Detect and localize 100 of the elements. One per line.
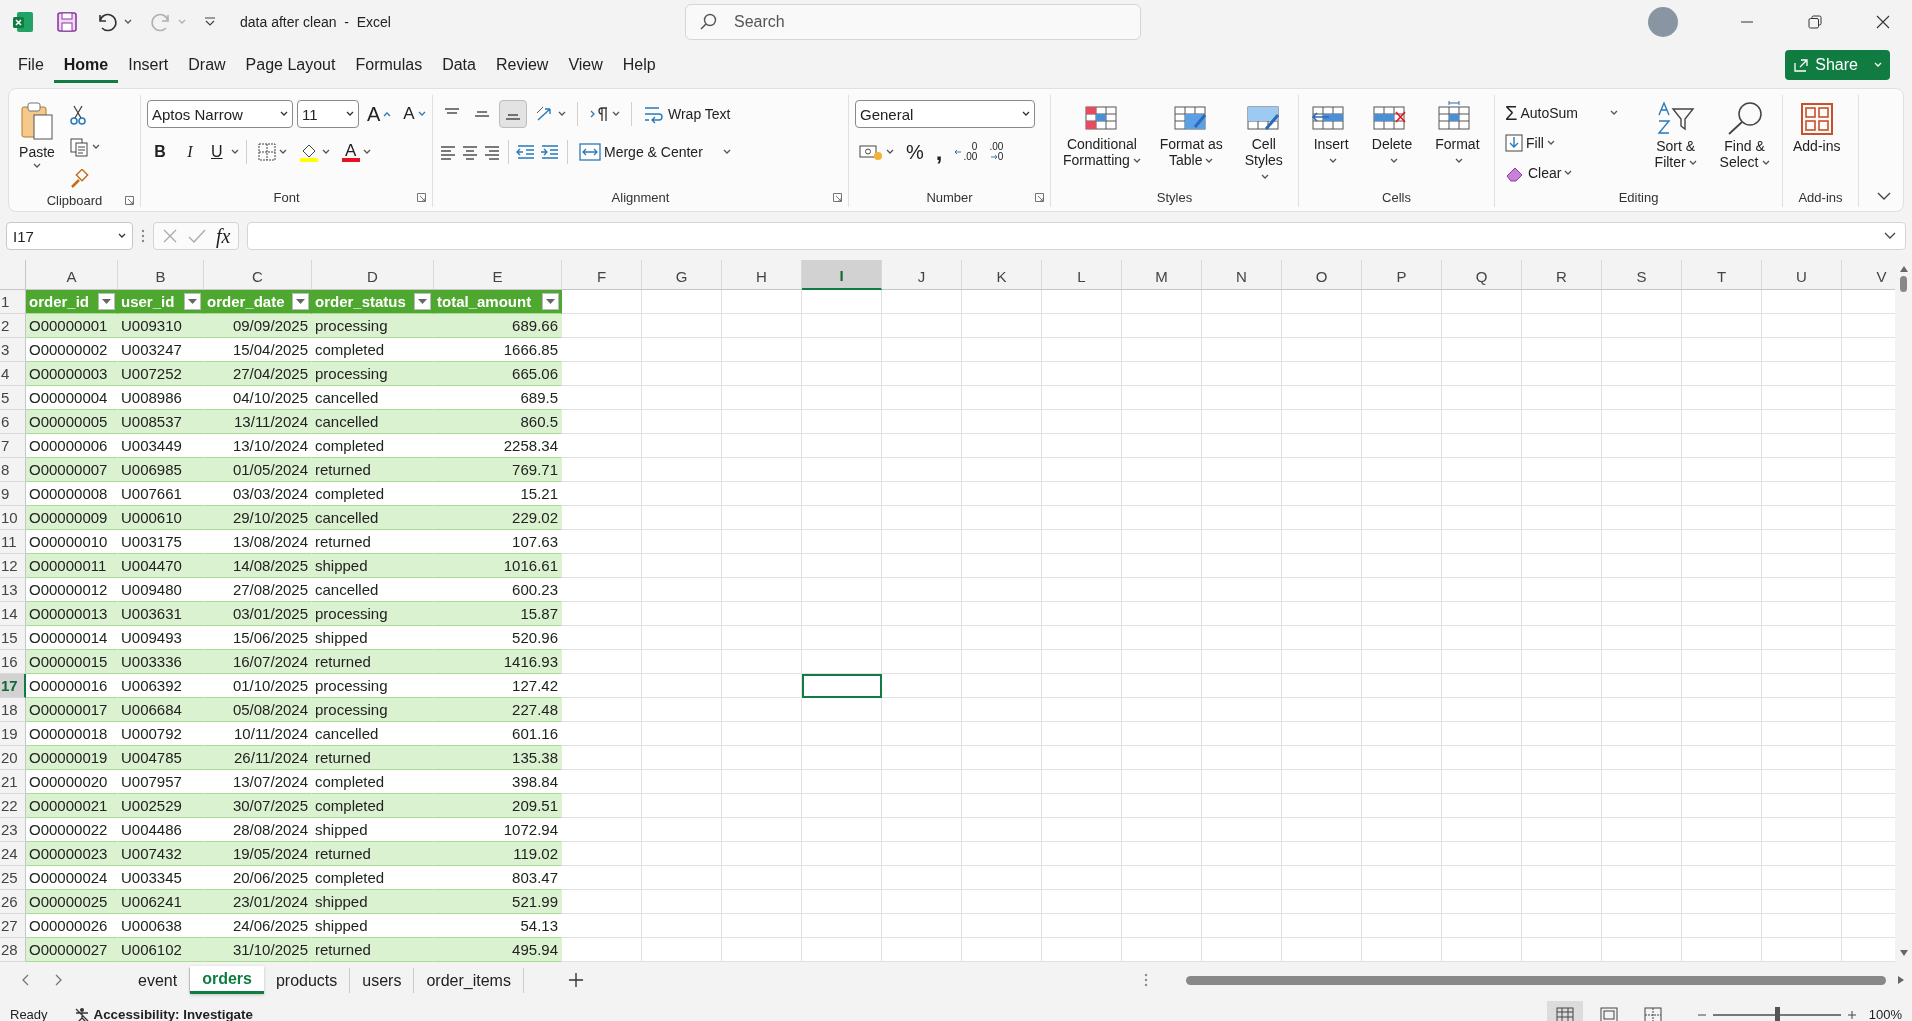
decrease-decimal-button[interactable]: .00 0 <box>985 138 1008 166</box>
increase-decimal-button[interactable]: 0 .00 <box>950 138 982 166</box>
decrease-indent-icon[interactable] <box>516 144 536 160</box>
ribbon-tab[interactable]: Page Layout <box>235 47 346 83</box>
row-number[interactable]: 23 <box>0 818 26 842</box>
sheet-tab[interactable]: products <box>263 967 351 993</box>
row-number[interactable]: 12 <box>0 554 26 578</box>
row-number[interactable]: 15 <box>0 626 26 650</box>
row-number[interactable]: 25 <box>0 866 26 890</box>
next-sheet-icon[interactable] <box>54 974 64 986</box>
format-as-table-button[interactable]: Format as Table <box>1152 99 1230 170</box>
delete-cells-button[interactable]: Delete <box>1363 99 1421 170</box>
column-letter[interactable]: D <box>312 260 434 290</box>
ribbon-tab[interactable]: Insert <box>118 47 179 83</box>
active-cell[interactable] <box>802 674 882 698</box>
align-right-icon[interactable] <box>483 144 501 160</box>
checkmark-icon[interactable] <box>188 228 206 244</box>
comma-style-button[interactable]: , <box>931 138 947 166</box>
row-number[interactable]: 6 <box>0 410 26 434</box>
wrap-text-button[interactable]: Wrap Text <box>639 100 735 128</box>
underline-button[interactable]: U <box>207 138 227 166</box>
conditional-formatting-button[interactable]: Conditional Formatting <box>1057 99 1147 170</box>
previous-sheet-icon[interactable] <box>20 974 30 986</box>
sheet-tab[interactable]: users <box>350 967 415 993</box>
paste-button[interactable]: Paste <box>15 99 59 171</box>
column-letter[interactable]: Q <box>1442 260 1522 290</box>
right-arrow-icon[interactable] <box>1898 976 1904 984</box>
column-letter[interactable]: R <box>1522 260 1602 290</box>
formula-input[interactable] <box>247 222 1906 250</box>
autosum-button[interactable]: Σ AutoSum <box>1501 99 1639 127</box>
spreadsheet-logo-icon[interactable] <box>12 11 34 33</box>
ribbon-tab[interactable]: View <box>558 47 613 83</box>
number-format-dropdown[interactable]: General <box>855 100 1035 128</box>
column-letter[interactable]: U <box>1762 260 1842 290</box>
drag-handle-icon[interactable] <box>1144 973 1148 987</box>
add-sheet-icon[interactable] <box>567 972 584 988</box>
align-center-icon[interactable] <box>461 144 479 160</box>
column-letter[interactable]: S <box>1602 260 1682 290</box>
filter-dropdown-button[interactable] <box>414 293 431 310</box>
row-number[interactable]: 9 <box>0 482 26 506</box>
column-letter[interactable]: T <box>1682 260 1762 290</box>
scroll-thumb[interactable] <box>1900 276 1907 292</box>
ribbon-tab[interactable]: Data <box>432 47 486 83</box>
customize-toolbar-icon[interactable] <box>204 17 216 27</box>
row-number[interactable]: 27 <box>0 914 26 938</box>
ribbon-tab[interactable]: Home <box>53 47 119 83</box>
row-number[interactable]: 8 <box>0 458 26 482</box>
find-select-button[interactable]: Find & Select <box>1713 99 1776 172</box>
ribbon-tab[interactable]: Formulas <box>345 47 433 83</box>
row-number[interactable]: 4 <box>0 362 26 386</box>
filter-dropdown-button[interactable] <box>98 293 115 310</box>
filter-dropdown-button[interactable] <box>184 293 201 310</box>
row-number[interactable]: 19 <box>0 722 26 746</box>
column-letter[interactable]: I <box>802 260 882 290</box>
column-letter[interactable]: L <box>1042 260 1122 290</box>
format-cells-button[interactable]: Format <box>1426 99 1488 170</box>
zoom-slider-thumb[interactable] <box>1774 1006 1780 1021</box>
profile-avatar[interactable] <box>1648 7 1678 37</box>
column-letter[interactable]: O <box>1282 260 1362 290</box>
row-number[interactable]: 1 <box>0 290 26 314</box>
clear-button[interactable]: Clear <box>1501 159 1639 187</box>
column-letter[interactable]: N <box>1202 260 1282 290</box>
bold-button[interactable]: B <box>147 138 173 166</box>
row-number[interactable]: 3 <box>0 338 26 362</box>
row-number[interactable]: 26 <box>0 890 26 914</box>
row-number[interactable]: 24 <box>0 842 26 866</box>
column-letter[interactable]: F <box>562 260 642 290</box>
column-letter[interactable]: P <box>1362 260 1442 290</box>
row-number[interactable]: 14 <box>0 602 26 626</box>
italic-button[interactable]: I <box>177 138 203 166</box>
fill-button[interactable]: Fill <box>1501 129 1639 157</box>
column-letter[interactable]: G <box>642 260 722 290</box>
search-field[interactable]: Search <box>684 4 1141 40</box>
merge-center-button[interactable]: Merge & Center <box>575 138 735 166</box>
cell-styles-button[interactable]: Cell Styles <box>1235 99 1292 186</box>
ribbon-tab[interactable]: File <box>8 47 54 83</box>
row-number[interactable]: 2 <box>0 314 26 338</box>
percent-style-button[interactable]: % <box>902 138 928 166</box>
row-number[interactable]: 28 <box>0 938 26 962</box>
save-icon[interactable] <box>56 11 78 33</box>
dialog-launcher-icon[interactable] <box>417 192 426 202</box>
row-number[interactable]: 16 <box>0 650 26 674</box>
ribbon-tab[interactable]: Draw <box>178 47 236 83</box>
view-button[interactable] <box>1546 1000 1583 1021</box>
accessibility-button[interactable]: Accessibility: Investigate <box>73 1006 253 1021</box>
row-number[interactable]: 5 <box>0 386 26 410</box>
row-number[interactable]: 11 <box>0 530 26 554</box>
filter-dropdown-button[interactable] <box>292 293 309 310</box>
row-number[interactable]: 13 <box>0 578 26 602</box>
dialog-launcher-icon[interactable] <box>1035 192 1044 202</box>
bottom-align-button[interactable] <box>499 100 527 128</box>
drag-handle-icon[interactable] <box>141 229 145 243</box>
font-size-dropdown[interactable]: 11 <box>297 100 359 128</box>
ribbon-tab[interactable]: Review <box>485 47 559 83</box>
add-ins-button[interactable]: Add-ins <box>1789 99 1845 156</box>
insert-function-button[interactable]: fx <box>216 224 231 248</box>
column-letter[interactable]: M <box>1122 260 1202 290</box>
horizontal-scrollbar[interactable] <box>1186 975 1886 985</box>
dialog-launcher-icon[interactable] <box>125 196 134 205</box>
column-letter[interactable]: H <box>722 260 802 290</box>
